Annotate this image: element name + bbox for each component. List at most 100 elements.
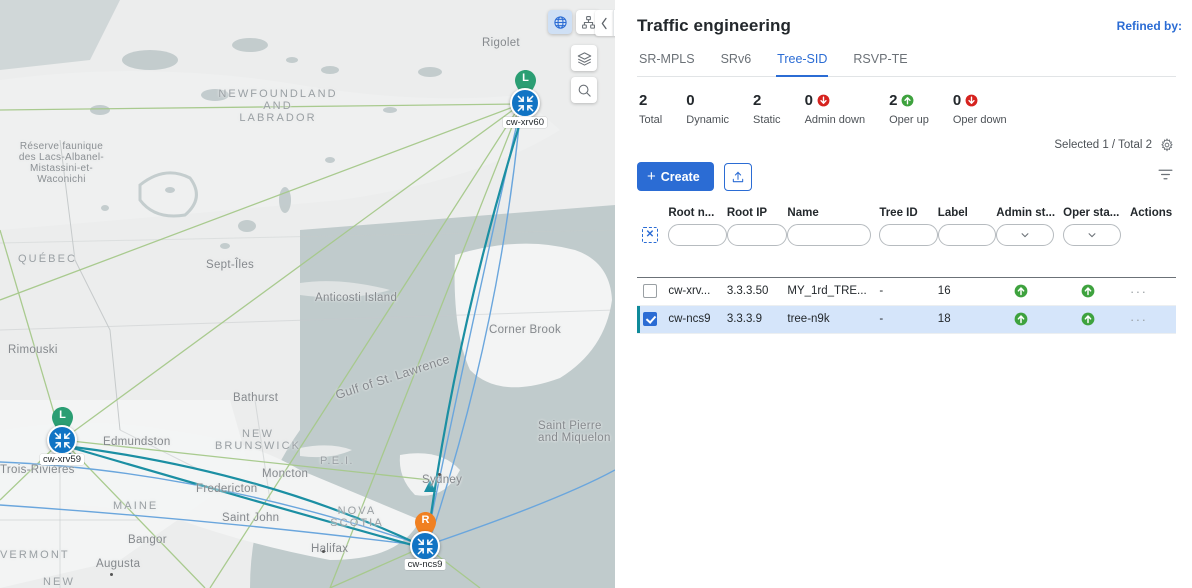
stat-oper-down: 0 Oper down [953,91,1007,126]
col-header-root-ip[interactable]: Root IP [727,207,788,221]
stat-static: 2 Static [753,91,781,126]
row-checkbox[interactable] [643,284,657,298]
city-dot-halifax [322,550,325,553]
filter-root-name-input[interactable] [668,224,726,246]
filter-root-ip-input[interactable] [727,224,788,246]
stat-dynamic: 0 Dynamic [686,91,729,126]
map-view-toggle-group [548,10,600,34]
row-actions-menu-icon[interactable]: ··· [1130,284,1148,299]
create-button[interactable]: + Create [637,162,714,191]
node-pin-letter: R [415,514,436,526]
collapse-left-icon[interactable] [595,10,613,36]
cell-root-name: cw-ncs9 [668,305,726,333]
col-header-tree-id[interactable]: Tree ID [879,207,937,221]
cell-root-name: cw-xrv... [668,277,726,305]
search-icon[interactable] [571,77,597,103]
collapse-right-icon[interactable] [613,10,615,36]
stat-label: Admin down [805,114,866,126]
selection-count-text: Selected 1 / Total 2 [1054,139,1152,151]
row-select-cell [637,277,668,305]
tab-rsvp-te[interactable]: RSVP-TE [852,46,908,77]
table-row[interactable]: cw-ncs9 3.3.3.9 tree-n9k - 18 [637,305,1176,333]
cell-name: MY_1rd_TRE... [787,277,879,305]
refined-by-link[interactable]: Refined by: [1117,19,1182,33]
city-dot-sydney [438,473,441,476]
clear-selection-icon[interactable]: ✕ [642,227,658,243]
plus-icon: + [647,169,656,184]
filter-oper-status-select[interactable] [1063,224,1121,246]
city-dot-augusta [110,573,113,576]
col-header-select [637,207,668,221]
clear-selection-cell: ✕ [637,221,668,249]
cell-oper-status [1063,305,1130,333]
table-head: Root n... Root IP Name Tree ID Label Adm… [637,207,1176,277]
table-header-separator [637,249,1176,277]
cell-label: 18 [938,305,996,333]
cell-tree-id: - [879,305,937,333]
stat-label: Dynamic [686,114,729,126]
summary-stats: 2 Total 0 Dynamic 2 Static 0 Admin [637,91,1176,126]
status-up-icon [1014,284,1028,298]
selection-meta-row: Selected 1 / Total 2 [637,138,1176,152]
map-node-cw-xrv60[interactable] [510,88,540,118]
stat-admin-down: 0 Admin down [805,91,866,126]
traffic-engineering-panel: Traffic engineering Refined by: SR-MPLS … [615,0,1192,588]
col-header-label[interactable]: Label [938,207,996,221]
row-checkbox[interactable] [643,312,657,326]
stat-label: Static [753,114,781,126]
cell-tree-id: - [879,277,937,305]
map-node-label-cw-xrv60: cw-xrv60 [503,117,547,128]
collapse-node-icon [516,94,535,113]
table-actions-row: + Create [637,162,1176,191]
table-body: cw-xrv... 3.3.3.50 MY_1rd_TRE... - 16 [637,277,1176,333]
chevron-down-icon [1020,230,1030,240]
geo-map-icon[interactable] [548,10,572,34]
tab-srv6[interactable]: SRv6 [720,46,753,77]
filter-name-input[interactable] [787,224,871,246]
status-up-icon [901,94,914,107]
stat-value: 2 [639,93,647,108]
map-node-label-cw-ncs9: cw-ncs9 [405,559,446,570]
tab-tree-sid[interactable]: Tree-SID [776,46,828,77]
status-down-icon [965,94,978,107]
cell-admin-status [996,305,1063,333]
page-title: Traffic engineering [637,16,791,36]
status-down-icon [817,94,830,107]
traffic-engineering-app: Rigolet NEWFOUNDLAND AND LABRADOR Réserv… [0,0,1192,588]
col-header-oper-status[interactable]: Oper sta... [1063,207,1130,221]
status-up-icon [1081,312,1095,326]
filter-admin-status-select[interactable] [996,224,1054,246]
filter-icon[interactable] [1157,166,1174,188]
tree-sid-table: Root n... Root IP Name Tree ID Label Adm… [637,207,1176,334]
map-node-label-cw-xrv59: cw-xrv59 [40,454,84,465]
map-node-cw-ncs9[interactable] [410,531,440,561]
panel-header: Traffic engineering Refined by: [637,0,1176,36]
row-actions-menu-icon[interactable]: ··· [1130,312,1148,327]
cell-admin-status [996,277,1063,305]
cell-actions: ··· [1130,277,1176,305]
col-header-admin-status[interactable]: Admin st... [996,207,1063,221]
table-row[interactable]: cw-xrv... 3.3.3.50 MY_1rd_TRE... - 16 [637,277,1176,305]
chevron-down-icon [1087,230,1097,240]
col-header-root-name[interactable]: Root n... [668,207,726,221]
geo-map-panel[interactable]: Rigolet NEWFOUNDLAND AND LABRADOR Réserv… [0,0,615,588]
col-header-name[interactable]: Name [787,207,879,221]
stat-label: Oper down [953,114,1007,126]
table-header-row: Root n... Root IP Name Tree ID Label Adm… [637,207,1176,221]
cell-root-ip: 3.3.3.50 [727,277,788,305]
node-pin-letter: L [52,409,73,421]
tab-sr-mpls[interactable]: SR-MPLS [638,46,696,77]
cell-oper-status [1063,277,1130,305]
node-pin-letter: L [515,72,536,84]
stat-value: 2 [889,93,897,108]
collapse-node-icon [416,537,435,556]
cell-name: tree-n9k [787,305,879,333]
filter-tree-id-input[interactable] [879,224,937,246]
filter-label-input[interactable] [938,224,996,246]
layers-icon[interactable] [571,45,597,71]
stat-value: 0 [805,93,813,108]
tab-bar: SR-MPLS SRv6 Tree-SID RSVP-TE [637,46,1176,77]
gear-icon[interactable] [1160,138,1174,152]
upload-icon[interactable] [724,163,752,191]
map-node-cw-xrv59[interactable] [47,425,77,455]
